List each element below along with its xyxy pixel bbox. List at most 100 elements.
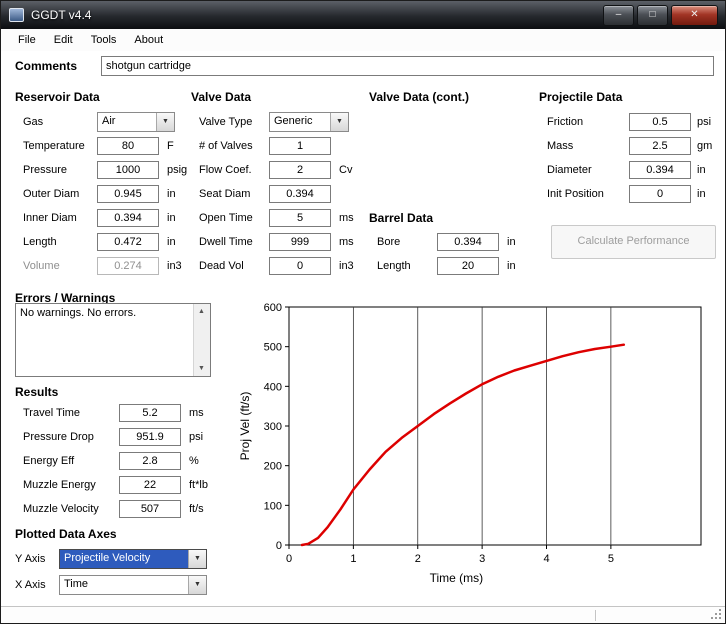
travel-time-unit: ms: [189, 407, 204, 419]
scroll-up-icon[interactable]: ▲: [194, 304, 209, 319]
chevron-down-icon[interactable]: ▼: [330, 113, 348, 131]
valve-cont-header: Valve Data (cont.): [369, 90, 469, 104]
travel-time-label: Travel Time: [23, 407, 80, 419]
dwell-time-label: Dwell Time: [199, 236, 253, 248]
gas-select[interactable]: Air ▼: [97, 112, 175, 132]
reservoir-length-unit: in: [167, 236, 176, 248]
volume-unit: in3: [167, 260, 182, 272]
svg-text:500: 500: [264, 342, 282, 354]
num-valves-input[interactable]: [269, 137, 331, 155]
muzzle-velocity-output[interactable]: [119, 500, 181, 518]
inner-diam-input[interactable]: [97, 209, 159, 227]
dwell-time-input[interactable]: [269, 233, 331, 251]
open-time-label: Open Time: [199, 212, 253, 224]
svg-text:200: 200: [264, 461, 282, 473]
pressure-drop-output[interactable]: [119, 428, 181, 446]
temperature-input[interactable]: [97, 137, 159, 155]
muzzle-energy-label: Muzzle Energy: [23, 479, 96, 491]
init-position-unit: in: [697, 188, 706, 200]
valve-type-select[interactable]: Generic ▼: [269, 112, 349, 132]
errors-scrollbar[interactable]: ▲ ▼: [193, 304, 210, 376]
temperature-unit: F: [167, 140, 174, 152]
muzzle-energy-output[interactable]: [119, 476, 181, 494]
y-axis-label: Y Axis: [15, 553, 45, 565]
temperature-label: Temperature: [23, 140, 85, 152]
svg-text:5: 5: [608, 553, 614, 565]
comments-input[interactable]: [101, 56, 714, 76]
svg-text:Time (ms): Time (ms): [430, 571, 484, 585]
title-bar[interactable]: GGDT v4.4 – □ ✕: [1, 1, 725, 29]
svg-text:3: 3: [479, 553, 485, 565]
y-axis-selected-value: Projectile Velocity: [60, 550, 188, 568]
pressure-input[interactable]: [97, 161, 159, 179]
muzzle-velocity-label: Muzzle Velocity: [23, 503, 99, 515]
plotted-axes-header: Plotted Data Axes: [15, 527, 117, 541]
x-axis-selected-value: Time: [60, 576, 188, 594]
gas-label: Gas: [23, 116, 43, 128]
chevron-down-icon[interactable]: ▼: [188, 576, 206, 594]
velocity-chart: 0123450100200300400500600Time (ms)Proj V…: [229, 297, 723, 615]
outer-diam-label: Outer Diam: [23, 188, 79, 200]
barrel-length-input[interactable]: [437, 257, 499, 275]
travel-time-output[interactable]: [119, 404, 181, 422]
chart-canvas: 0123450100200300400500600Time (ms)Proj V…: [229, 297, 723, 615]
diameter-input[interactable]: [629, 161, 691, 179]
window-controls: – □ ✕: [603, 5, 718, 26]
diameter-label: Diameter: [547, 164, 592, 176]
energy-eff-label: Energy Eff: [23, 455, 74, 467]
menu-edit[interactable]: Edit: [45, 31, 82, 49]
friction-input[interactable]: [629, 113, 691, 131]
mass-input[interactable]: [629, 137, 691, 155]
seat-diam-label: Seat Diam: [199, 188, 250, 200]
pressure-unit: psig: [167, 164, 187, 176]
mass-label: Mass: [547, 140, 573, 152]
gas-selected-value: Air: [98, 113, 156, 131]
chevron-down-icon[interactable]: ▼: [188, 550, 206, 568]
dwell-time-unit: ms: [339, 236, 354, 248]
svg-text:Proj Vel (ft/s): Proj Vel (ft/s): [238, 392, 252, 461]
dead-vol-input[interactable]: [269, 257, 331, 275]
reservoir-header: Reservoir Data: [15, 90, 100, 104]
svg-text:1: 1: [350, 553, 356, 565]
energy-eff-output[interactable]: [119, 452, 181, 470]
seat-diam-input[interactable]: [269, 185, 331, 203]
inner-diam-unit: in: [167, 212, 176, 224]
init-position-label: Init Position: [547, 188, 604, 200]
outer-diam-input[interactable]: [97, 185, 159, 203]
menu-bar: File Edit Tools About: [1, 29, 725, 51]
close-button[interactable]: ✕: [671, 5, 718, 26]
menu-about[interactable]: About: [125, 31, 172, 49]
menu-file[interactable]: File: [9, 31, 45, 49]
maximize-button[interactable]: □: [637, 5, 668, 26]
svg-text:2: 2: [415, 553, 421, 565]
bore-label: Bore: [377, 236, 400, 248]
svg-text:100: 100: [264, 500, 282, 512]
y-axis-select[interactable]: Projectile Velocity ▼: [59, 549, 207, 569]
scroll-down-icon[interactable]: ▼: [194, 361, 209, 376]
svg-text:600: 600: [264, 302, 282, 314]
x-axis-select[interactable]: Time ▼: [59, 575, 207, 595]
flow-coef-input[interactable]: [269, 161, 331, 179]
open-time-input[interactable]: [269, 209, 331, 227]
status-bar: [1, 606, 725, 623]
valve-header: Valve Data: [191, 90, 251, 104]
comments-label: Comments: [15, 59, 77, 73]
minimize-button[interactable]: –: [603, 5, 634, 26]
app-window: GGDT v4.4 – □ ✕ File Edit Tools About Co…: [0, 0, 726, 624]
calculate-performance-button[interactable]: Calculate Performance: [551, 225, 716, 259]
barrel-header: Barrel Data: [369, 211, 433, 225]
reservoir-length-input[interactable]: [97, 233, 159, 251]
resize-grip[interactable]: [719, 617, 721, 619]
init-position-input[interactable]: [629, 185, 691, 203]
svg-text:0: 0: [286, 553, 292, 565]
num-valves-label: # of Valves: [199, 140, 253, 152]
bore-input[interactable]: [437, 233, 499, 251]
errors-textbox[interactable]: No warnings. No errors. ▲ ▼: [15, 303, 211, 377]
menu-tools[interactable]: Tools: [82, 31, 126, 49]
muzzle-velocity-unit: ft/s: [189, 503, 204, 515]
chevron-down-icon[interactable]: ▼: [156, 113, 174, 131]
projectile-header: Projectile Data: [539, 90, 622, 104]
outer-diam-unit: in: [167, 188, 176, 200]
pressure-drop-label: Pressure Drop: [23, 431, 94, 443]
valve-type-label: Valve Type: [199, 116, 252, 128]
